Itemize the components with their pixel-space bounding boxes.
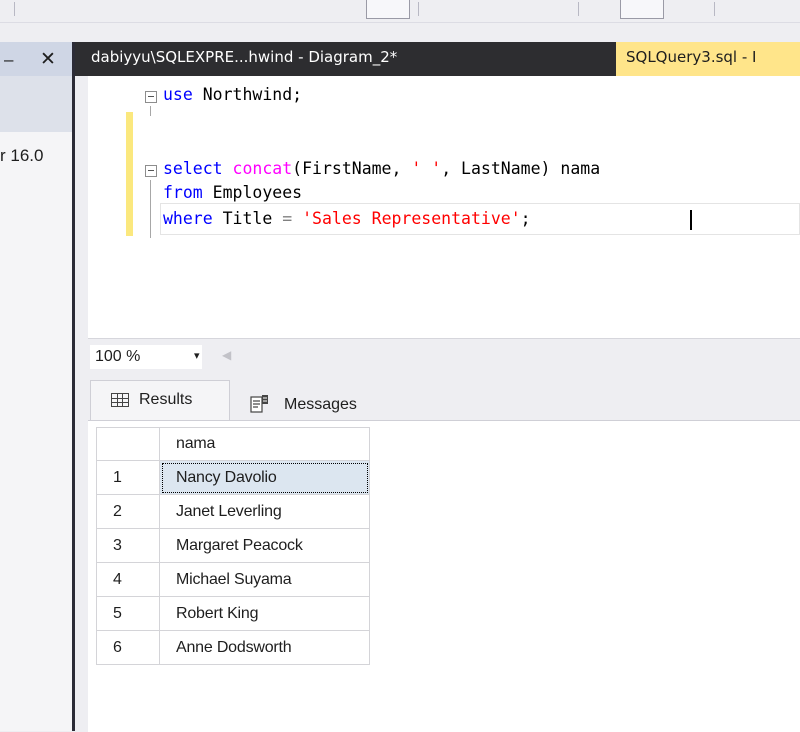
toolbar-button[interactable]: [620, 0, 664, 19]
row-number[interactable]: 3: [96, 528, 160, 563]
code-text: (FirstName,: [292, 159, 412, 178]
messages-icon: [250, 395, 268, 413]
zoom-bar: 100 % ▾ ◀: [88, 338, 800, 375]
query-editor[interactable]: use Northwind; select concat(FirstName, …: [88, 76, 800, 338]
operator: =: [282, 209, 293, 228]
collapse-icon[interactable]: [145, 91, 157, 103]
table-cell[interactable]: Janet Leverling: [159, 494, 370, 529]
chevron-down-icon[interactable]: ▾: [194, 349, 200, 362]
code-line-1: use Northwind;: [163, 85, 302, 104]
code-text: , LastName) nama: [441, 159, 601, 178]
object-explorer-toolbar: [0, 76, 72, 132]
table-cell[interactable]: Nancy Davolio: [159, 460, 370, 495]
code-text: Employees: [202, 183, 303, 202]
results-tab-bar: Results Messages: [88, 374, 800, 420]
table-cell[interactable]: Anne Dodsworth: [159, 630, 370, 665]
code-text: Title: [212, 209, 283, 228]
scroll-left-icon[interactable]: ◀: [222, 348, 231, 362]
code-line-3: select concat(FirstName, ' ', LastName) …: [163, 159, 600, 178]
tab-sqlquery[interactable]: SQLQuery3.sql - I: [616, 42, 800, 76]
tab-diagram[interactable]: dabiyyu\SQLEXPRE...hwind - Diagram_2*: [91, 48, 397, 66]
keyword: select: [163, 159, 223, 178]
editor-gutter: [88, 76, 120, 338]
tab-results[interactable]: Results: [90, 380, 230, 420]
table-cell[interactable]: Michael Suyama: [159, 562, 370, 597]
collapse-icon[interactable]: [145, 165, 157, 177]
keyword: where: [163, 209, 213, 228]
code-text: Northwind;: [192, 85, 303, 104]
code-line-5: where Title = 'Sales Representative';: [163, 209, 531, 228]
results-grid-pane: nama 1 Nancy Davolio 2 Janet Leverling 3…: [88, 420, 800, 732]
keyword: from: [163, 183, 203, 202]
tab-messages[interactable]: Messages: [232, 386, 382, 420]
code-text: ;: [520, 209, 531, 228]
column-header-nama[interactable]: nama: [159, 427, 370, 461]
close-icon[interactable]: ✕: [40, 48, 56, 71]
keyword: use: [163, 85, 193, 104]
table-row: 4 Michael Suyama: [96, 562, 370, 597]
results-grid: nama 1 Nancy Davolio 2 Janet Leverling 3…: [96, 427, 370, 665]
fold-guide: [150, 106, 151, 116]
string-literal: 'Sales Representative': [302, 209, 521, 228]
server-node[interactable]: r 16.0: [0, 146, 43, 166]
table-row: 2 Janet Leverling: [96, 494, 370, 529]
table-cell[interactable]: Robert King: [159, 596, 370, 631]
row-number[interactable]: 4: [96, 562, 160, 597]
zoom-value: 100 %: [95, 348, 141, 365]
row-number[interactable]: 6: [96, 630, 160, 665]
table-row: 5 Robert King: [96, 596, 370, 631]
header-row: nama: [96, 427, 370, 461]
panel-divider[interactable]: [72, 42, 75, 731]
function-name: concat: [232, 159, 293, 178]
grid-corner[interactable]: [96, 427, 160, 461]
object-explorer-title: –: [4, 50, 14, 69]
row-number[interactable]: 5: [96, 596, 160, 631]
toolbar-separator: [418, 2, 419, 16]
toolbar: [0, 0, 800, 23]
table-cell[interactable]: Margaret Peacock: [159, 528, 370, 563]
row-number[interactable]: 2: [96, 494, 160, 529]
toolbar-button[interactable]: [366, 0, 410, 19]
table-row: 6 Anne Dodsworth: [96, 630, 370, 665]
change-tracking-bar: [126, 112, 133, 236]
code-line-4: from Employees: [163, 183, 302, 202]
toolbar-separator: [14, 2, 15, 16]
tab-results-label: Results: [139, 391, 193, 408]
document-tab-bar: dabiyyu\SQLEXPRE...hwind - Diagram_2* SQ…: [75, 42, 800, 76]
tab-messages-label: Messages: [284, 396, 357, 413]
toolbar-separator: [714, 2, 715, 16]
text-caret: [690, 210, 692, 230]
toolbar-separator: [578, 2, 579, 16]
string-literal: ' ': [411, 159, 442, 178]
table-row: 3 Margaret Peacock: [96, 528, 370, 563]
tab-sqlquery-label: SQLQuery3.sql - I: [626, 48, 757, 66]
grid-icon: [111, 393, 129, 407]
table-row: 1 Nancy Davolio: [96, 460, 370, 495]
row-number[interactable]: 1: [96, 460, 160, 495]
zoom-select[interactable]: 100 % ▾: [90, 345, 202, 369]
fold-guide: [150, 180, 151, 238]
